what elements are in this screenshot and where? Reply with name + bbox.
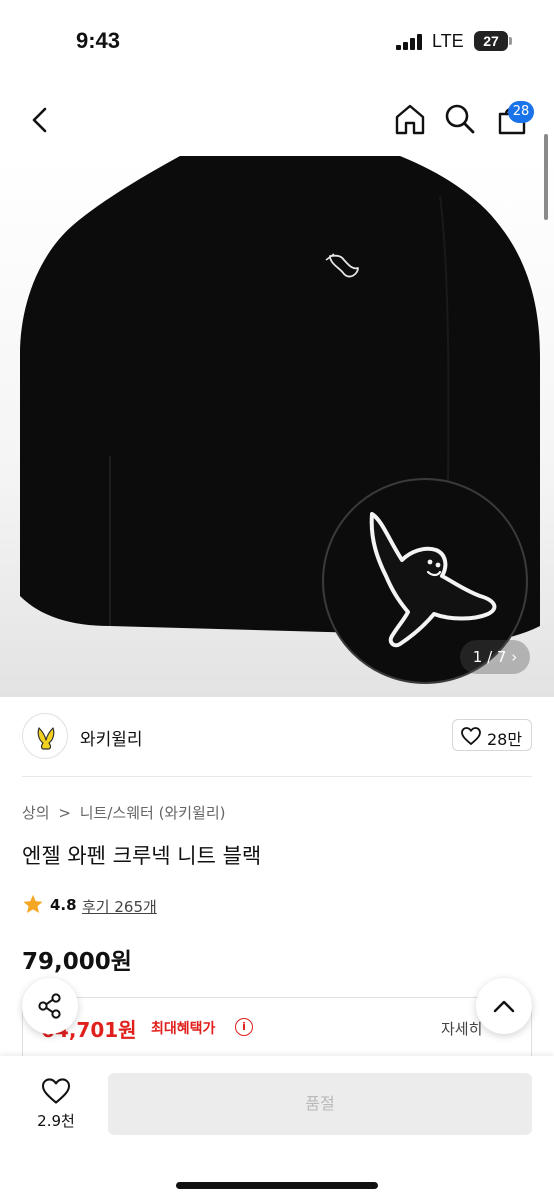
wishlist-button[interactable]: 2.9천 — [28, 1074, 84, 1140]
image-page-indicator[interactable]: 1 / 7 › — [460, 640, 530, 674]
info-icon[interactable]: i — [235, 1018, 253, 1036]
breadcrumb-level1[interactable]: 상의 — [22, 804, 50, 822]
product-image-carousel[interactable]: 1 / 7 › — [0, 156, 554, 697]
brand-row: 와키윌리 28만 — [0, 697, 554, 777]
search-icon[interactable] — [444, 103, 476, 135]
heart-outline-icon — [41, 1078, 71, 1104]
scrollbar-thumb[interactable] — [544, 134, 548, 220]
section-divider — [22, 776, 532, 777]
wishlist-count: 2.9천 — [37, 1112, 75, 1130]
star-icon — [23, 894, 43, 913]
share-icon — [38, 993, 61, 1019]
product-title: 엔젤 와펜 크루넥 니트 블랙 — [22, 844, 262, 868]
brand-like-count: 28만 — [487, 730, 523, 749]
scroll-top-button[interactable] — [476, 978, 532, 1034]
review-count-link[interactable]: 후기 265개 — [82, 896, 157, 917]
network-label: LTE — [432, 31, 464, 51]
battery-tip — [509, 37, 512, 45]
sold-out-button[interactable]: 품절 — [108, 1073, 532, 1135]
breadcrumb: 상의 > 니트/스웨터 (와키윌리) — [22, 802, 229, 823]
signal-icon — [396, 34, 424, 50]
chevron-up-icon — [493, 1000, 515, 1013]
benefit-detail-link[interactable]: 자세히 — [441, 1018, 482, 1039]
breadcrumb-level2[interactable]: 니트/스웨터 (와키윌리) — [80, 804, 226, 822]
home-indicator — [176, 1182, 378, 1189]
top-nav-bar — [0, 84, 554, 156]
brand-name[interactable]: 와키윌리 — [80, 725, 143, 750]
share-button[interactable] — [22, 978, 78, 1034]
breadcrumb-separator: > — [58, 804, 71, 822]
rating-value: 4.8 — [50, 896, 77, 914]
brand-like-button[interactable]: 28만 — [452, 719, 532, 751]
bottom-action-bar: 2.9천 품절 — [0, 1056, 554, 1200]
home-icon[interactable] — [393, 102, 427, 136]
status-time: 9:43 — [76, 28, 121, 53]
product-price: 79,000원 — [22, 949, 132, 975]
cart-count-badge: 28 — [508, 101, 534, 123]
brand-logo-icon — [37, 727, 55, 750]
back-icon[interactable] — [26, 106, 54, 134]
brand-logo[interactable] — [22, 713, 68, 759]
benefit-label: 최대혜택가 — [151, 1021, 216, 1037]
battery-icon: 27 — [474, 31, 508, 51]
heart-outline-icon — [461, 727, 481, 745]
status-bar: 9:43 LTE 27 — [0, 0, 554, 84]
